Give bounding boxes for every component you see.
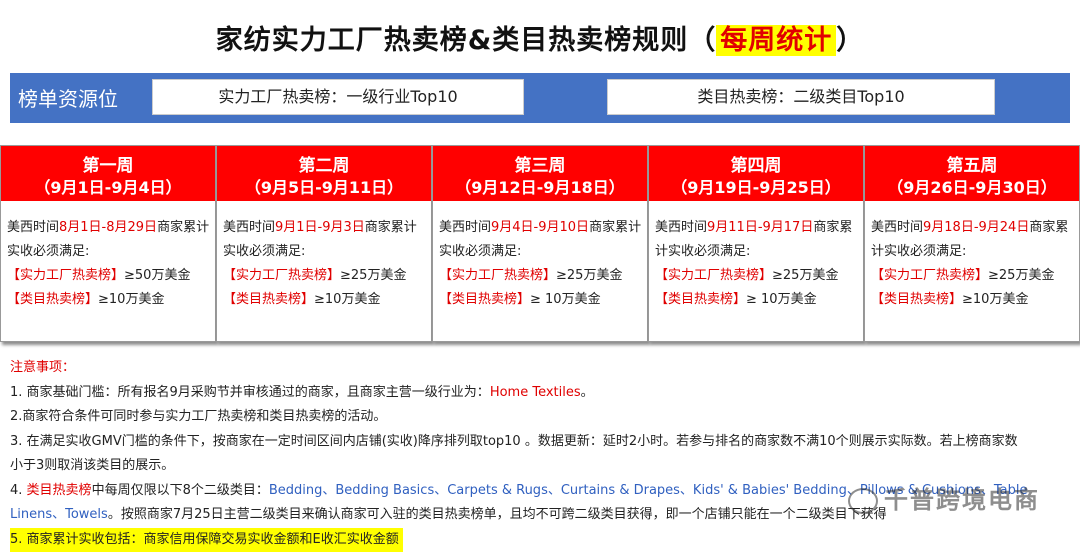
week-card-2: 第二周 （9月5日-9月11日） 美西时间9月1日-9月3日商家累计实收必须满足… [216,145,432,342]
factory-resource-box: 实力工厂热卖榜：一级行业Top10 [152,79,524,115]
week-range: （9月12日-9月18日） [455,178,625,197]
title-end: ） [836,25,865,56]
watermark-text: 千普跨境电商 [884,486,1040,514]
category-label: 【类目热卖榜】 [223,292,315,307]
page-title: 家纺实力工厂热卖榜&类目热卖榜规则（ 每周统计） [0,18,1080,57]
resource-label: 榜单资源位 [18,87,118,111]
factory-value: ≥25万美金 [556,268,623,283]
factory-label: 【实力工厂热卖榜】 [871,268,989,283]
week-header: 第二周 （9月5日-9月11日） [217,146,431,201]
category-label: 【类目热卖榜】 [871,292,963,307]
time-range: 9月11日-9月17日 [707,220,814,235]
notes-heading: 注意事项： [10,360,76,375]
week-card-3: 第三周 （9月12日-9月18日） 美西时间9月4日-9月10日商家累计实收必须… [432,145,648,342]
week-header: 第一周 （9月1日-9月4日） [1,146,215,201]
category-label: 【类目热卖榜】 [439,292,531,307]
category-value: ≥10万美金 [962,292,1029,307]
week-body: 美西时间8月1日-8月29日商家累计实收必须满足: 【实力工厂热卖榜】≥50万美… [7,216,211,312]
note-4-mid: 中每周仅限以下8个二级类目： [91,482,269,498]
category-value: ≥10万美金 [98,292,165,307]
week-range: （9月26日-9月30日） [887,178,1057,197]
note-3a: 3. 在满足实收GMV门槛的条件下，按商家在一定时间区间内店铺(实收)降序排列取… [10,433,1018,449]
note-5: 5. 商家累计实收包括：商家信用保障交易实收金额和E收汇实收金额 [10,527,1072,552]
category-value: ≥ 10万美金 [746,292,817,307]
resource-bar: 榜单资源位 实力工厂热卖榜：一级行业Top10 类目热卖榜：二级类目Top10 [10,73,1070,123]
time-prefix: 美西时间 [7,220,60,235]
note-3b: 小于3则取消该类目的展示。 [10,458,175,473]
category-resource-box: 类目热卖榜：二级类目Top10 [607,79,995,115]
note-5-text: 5. 商家累计实收包括：商家信用保障交易实收金额和E收汇实收金额 [10,527,403,552]
factory-value: ≥25万美金 [988,268,1055,283]
week-name: 第二周 [298,156,350,176]
wechat-icon [848,488,878,514]
week-name: 第三周 [514,156,566,176]
week-name: 第五周 [946,156,998,176]
week-body: 美西时间9月4日-9月10日商家累计实收必须满足: 【实力工厂热卖榜】≥25万美… [439,216,643,312]
title-main: 家纺实力工厂热卖榜&类目热卖榜规则（ [215,25,717,56]
category-value: ≥ 10万美金 [530,292,601,307]
category-value: ≥10万美金 [314,292,381,307]
week-body: 美西时间9月11日-9月17日商家累计实收必须满足: 【实力工厂热卖榜】≥25万… [655,216,859,312]
time-prefix: 美西时间 [655,220,708,235]
week-name: 第四周 [730,156,782,176]
week-name: 第一周 [82,156,134,176]
week-card-4: 第四周 （9月19日-9月25日） 美西时间9月11日-9月17日商家累计实收必… [648,145,864,342]
week-card-5: 第五周 （9月26日-9月30日） 美西时间9月18日-9月24日商家累计实收必… [864,145,1080,342]
time-range: 9月18日-9月24日 [923,220,1030,235]
factory-value: ≥25万美金 [340,268,407,283]
week-body: 美西时间9月1日-9月3日商家累计实收必须满足: 【实力工厂热卖榜】≥25万美金… [223,216,427,312]
note-4b-text: 。按照商家7月25日主营二级类目来确认商家可入驻的类目热卖榜单，且均不可跨二级类… [107,507,887,522]
factory-value: ≥50万美金 [124,268,191,283]
week-range: （9月1日-9月4日） [34,178,182,197]
week-range: （9月5日-9月11日） [244,178,404,197]
factory-label: 【实力工厂热卖榜】 [655,268,773,283]
note-4b-list: Linens、Towels [10,507,108,522]
note-2: 2.商家符合条件可同时参与实力工厂热卖榜和类目热卖榜的活动。 [10,409,387,424]
week-body: 美西时间9月18日-9月24日商家累计实收必须满足: 【实力工厂热卖榜】≥25万… [871,216,1075,312]
time-prefix: 美西时间 [439,220,492,235]
week-header: 第四周 （9月19日-9月25日） [649,146,863,201]
note-4-red: 类目热卖榜 [26,482,92,498]
note-4-prefix: 4. [10,482,27,498]
week-range: （9月19日-9月25日） [671,178,841,197]
note-1-highlight: Home Textiles [489,384,581,400]
factory-label: 【实力工厂热卖榜】 [223,268,341,283]
factory-label: 【实力工厂热卖榜】 [7,268,125,283]
note-1: 1. 商家基础门槛：所有报名9月采购节并审核通过的商家，且商家主营一级行业为：H… [10,381,1072,406]
factory-value: ≥25万美金 [772,268,839,283]
category-label: 【类目热卖榜】 [655,292,747,307]
title-highlight: 每周统计 [716,25,837,56]
notes-section: 注意事项： 1. 商家基础门槛：所有报名9月采购节并审核通过的商家，且商家主营一… [10,356,1072,552]
note-1-suffix: 。 [580,384,594,400]
category-label: 【类目热卖榜】 [7,292,99,307]
week-header: 第五周 （9月26日-9月30日） [865,146,1079,201]
time-prefix: 美西时间 [871,220,924,235]
note-1-prefix: 1. 商家基础门槛：所有报名9月采购节并审核通过的商家，且商家主营一级行业为： [10,384,490,400]
time-range: 9月4日-9月10日 [491,220,590,235]
time-range: 8月1日-8月29日 [59,220,158,235]
week-header: 第三周 （9月12日-9月18日） [433,146,647,201]
time-prefix: 美西时间 [223,220,276,235]
time-range: 9月1日-9月3日 [275,220,365,235]
watermark: 千普跨境电商 [848,480,1040,515]
factory-label: 【实力工厂热卖榜】 [439,268,557,283]
week-card-1: 第一周 （9月1日-9月4日） 美西时间8月1日-8月29日商家累计实收必须满足… [0,145,216,342]
